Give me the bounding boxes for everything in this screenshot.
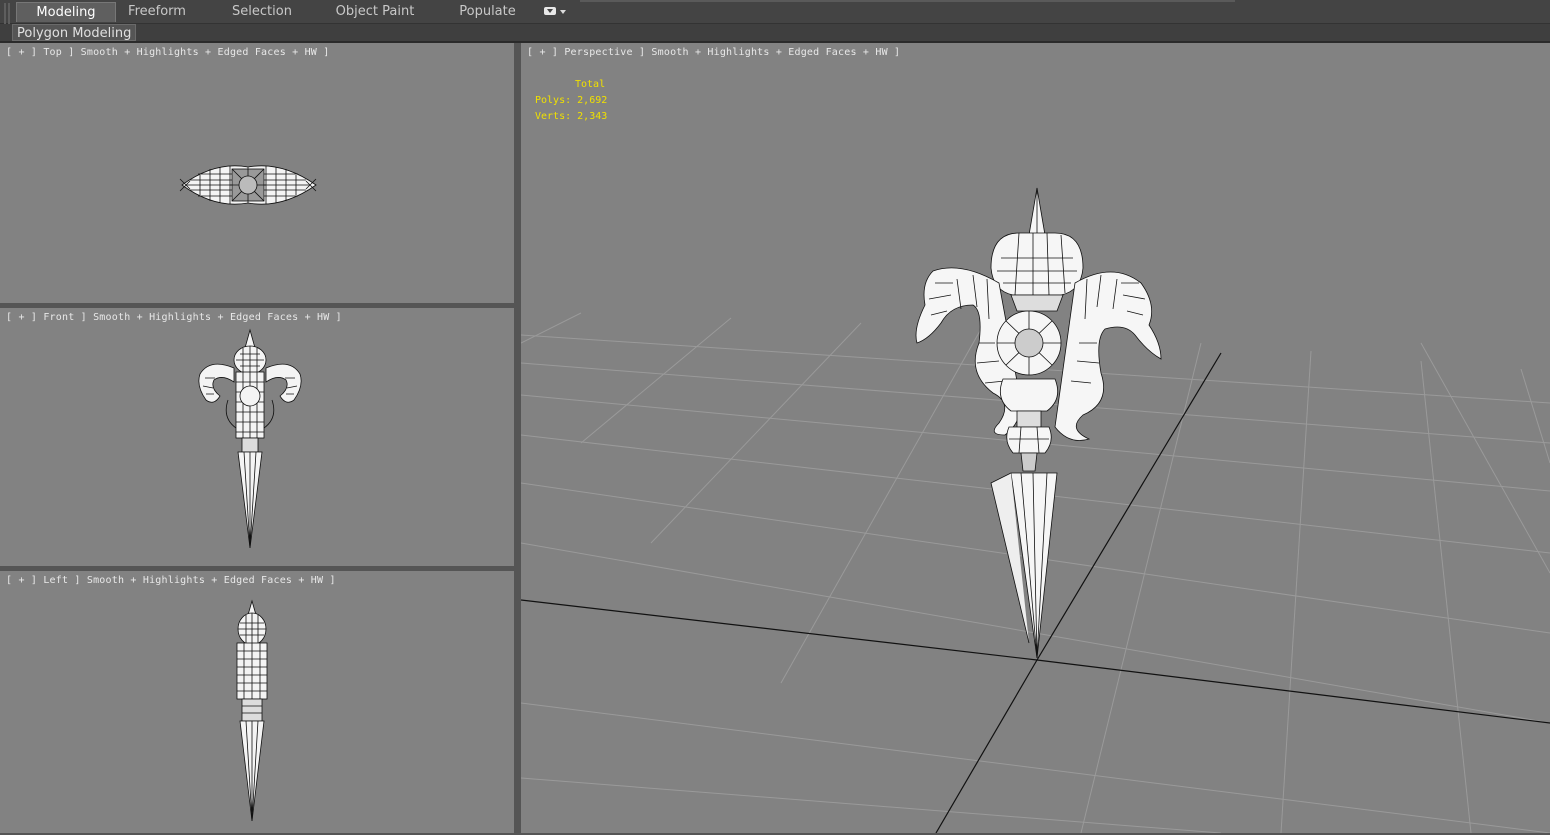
- phurba-model: [915, 187, 1162, 659]
- ribbon-divider: [580, 0, 1235, 2]
- viewport-left[interactable]: [ + ] Left ] Smooth + Highlights + Edged…: [0, 571, 514, 835]
- polygon-modeling-panel-button[interactable]: Polygon Modeling: [12, 24, 137, 41]
- left-view-model: [236, 599, 268, 822]
- front-view-model: [198, 328, 302, 549]
- viewport-perspective[interactable]: [ + ] Perspective ] Smooth + Highlights …: [519, 43, 1550, 833]
- ribbon-tab-bar: Modeling Freeform Selection Object Paint…: [0, 0, 1550, 39]
- ribbon-panel: Polygon Modeling: [0, 24, 1550, 42]
- viewport-front[interactable]: [ + ] Front ] Smooth + Highlights + Edge…: [0, 308, 514, 566]
- chevron-down-icon: [560, 10, 566, 14]
- tab-modeling[interactable]: Modeling: [16, 2, 116, 22]
- ribbon-toggle-icon: [544, 7, 556, 15]
- tab-freeform[interactable]: Freeform: [113, 2, 201, 22]
- tab-object-paint[interactable]: Object Paint: [330, 2, 420, 22]
- viewport-top[interactable]: [ + ] Top ] Smooth + Highlights + Edged …: [0, 43, 514, 303]
- tab-selection[interactable]: Selection: [222, 2, 302, 22]
- tab-populate[interactable]: Populate: [450, 2, 525, 22]
- top-view-model: [179, 165, 317, 205]
- perspective-grid-and-model: [521, 187, 1550, 833]
- ribbon-options-dropdown[interactable]: [540, 5, 572, 19]
